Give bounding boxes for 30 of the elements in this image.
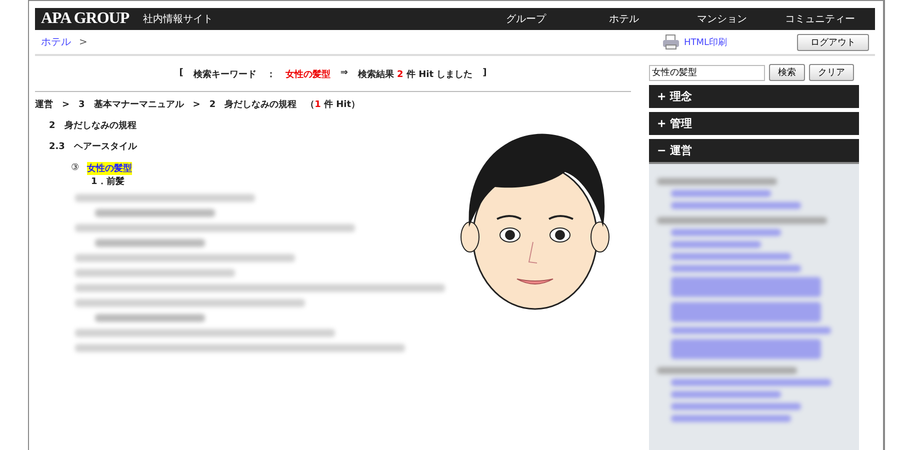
printer-icon bbox=[662, 34, 680, 50]
category-header[interactable]: + 管理 bbox=[649, 112, 859, 135]
arrow-text: ⇒ bbox=[340, 68, 348, 80]
breadcrumb-separator: > bbox=[79, 36, 88, 48]
nav-link[interactable]: コミュニティー bbox=[771, 12, 869, 26]
bracket-text: [ bbox=[179, 68, 184, 80]
sub-heading: 1．前髪 bbox=[91, 176, 124, 188]
nav-link[interactable]: マンション bbox=[673, 12, 771, 26]
category-header[interactable]: − 運営 bbox=[649, 139, 859, 164]
category-header[interactable]: + 理念 bbox=[649, 85, 859, 108]
print-link[interactable]: HTML印刷 bbox=[662, 34, 727, 50]
keyword-label: 検索キーワード bbox=[193, 68, 256, 81]
logout-button[interactable]: ログアウト bbox=[797, 34, 869, 50]
breadcrumb-link[interactable]: ホテル bbox=[41, 35, 71, 49]
site-title: 社内情報サイト bbox=[143, 12, 214, 26]
clear-button[interactable]: クリア bbox=[809, 64, 854, 81]
item-marker: ③ bbox=[71, 163, 80, 173]
section-title: 2 身だしなみの規程 bbox=[49, 120, 136, 132]
nav-link[interactable]: グループ bbox=[477, 12, 575, 26]
result-path: 運営 > 3 基本マナーマニュアル > 2 身だしなみの規程 （1 件 Hit） bbox=[35, 98, 360, 111]
site-logo: APA GROUP bbox=[41, 10, 130, 28]
nav-link[interactable]: ホテル bbox=[575, 12, 673, 26]
keyword-text: 女性の髪型 bbox=[285, 68, 330, 81]
subsection-title: 2.3 ヘアースタイル bbox=[49, 141, 137, 153]
bracket-text: ] bbox=[482, 68, 487, 80]
colon-text: ： bbox=[266, 69, 276, 81]
search-field[interactable]: 女性の髪型 bbox=[649, 64, 765, 80]
result-text: 検索結果 2 件 Hit しました bbox=[358, 68, 473, 81]
search-button[interactable]: 検索 bbox=[769, 64, 805, 81]
hit-title: 女性の髪型 bbox=[87, 162, 132, 174]
